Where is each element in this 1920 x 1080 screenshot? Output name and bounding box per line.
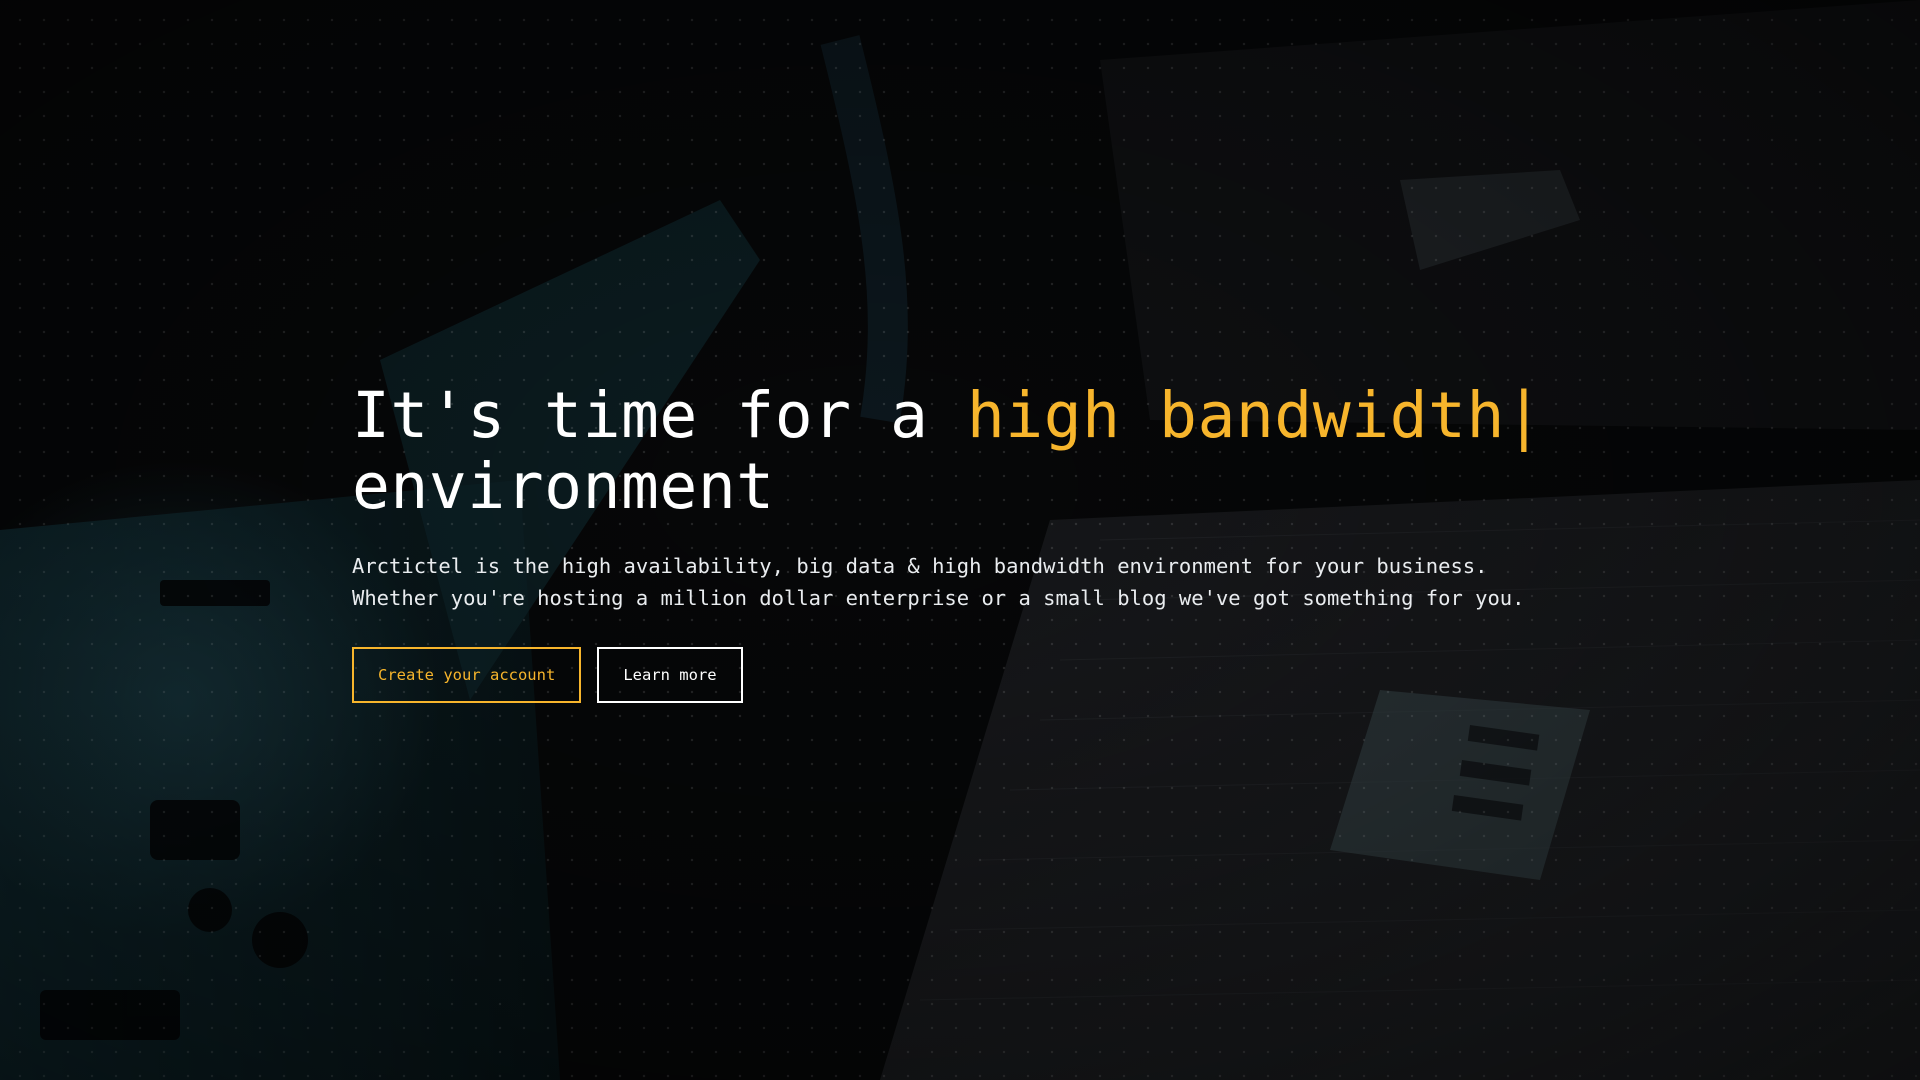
headline-suffix: environment [352, 450, 775, 523]
hero-actions: Create your account Learn more [352, 647, 1592, 703]
hero-description: Arctictel is the high availability, big … [352, 554, 1525, 610]
learn-more-button[interactable]: Learn more [597, 647, 743, 703]
create-account-button[interactable]: Create your account [352, 647, 582, 703]
hero-headline: It's time for a high bandwidth| environme… [352, 380, 1592, 522]
hero-content: It's time for a high bandwidth| environme… [352, 380, 1592, 703]
headline-accent-text: high bandwidth [966, 379, 1505, 452]
typing-caret: | [1504, 379, 1544, 452]
headline-prefix: It's time for a [352, 379, 967, 452]
hero-section: It's time for a high bandwidth| environme… [0, 0, 1920, 1080]
